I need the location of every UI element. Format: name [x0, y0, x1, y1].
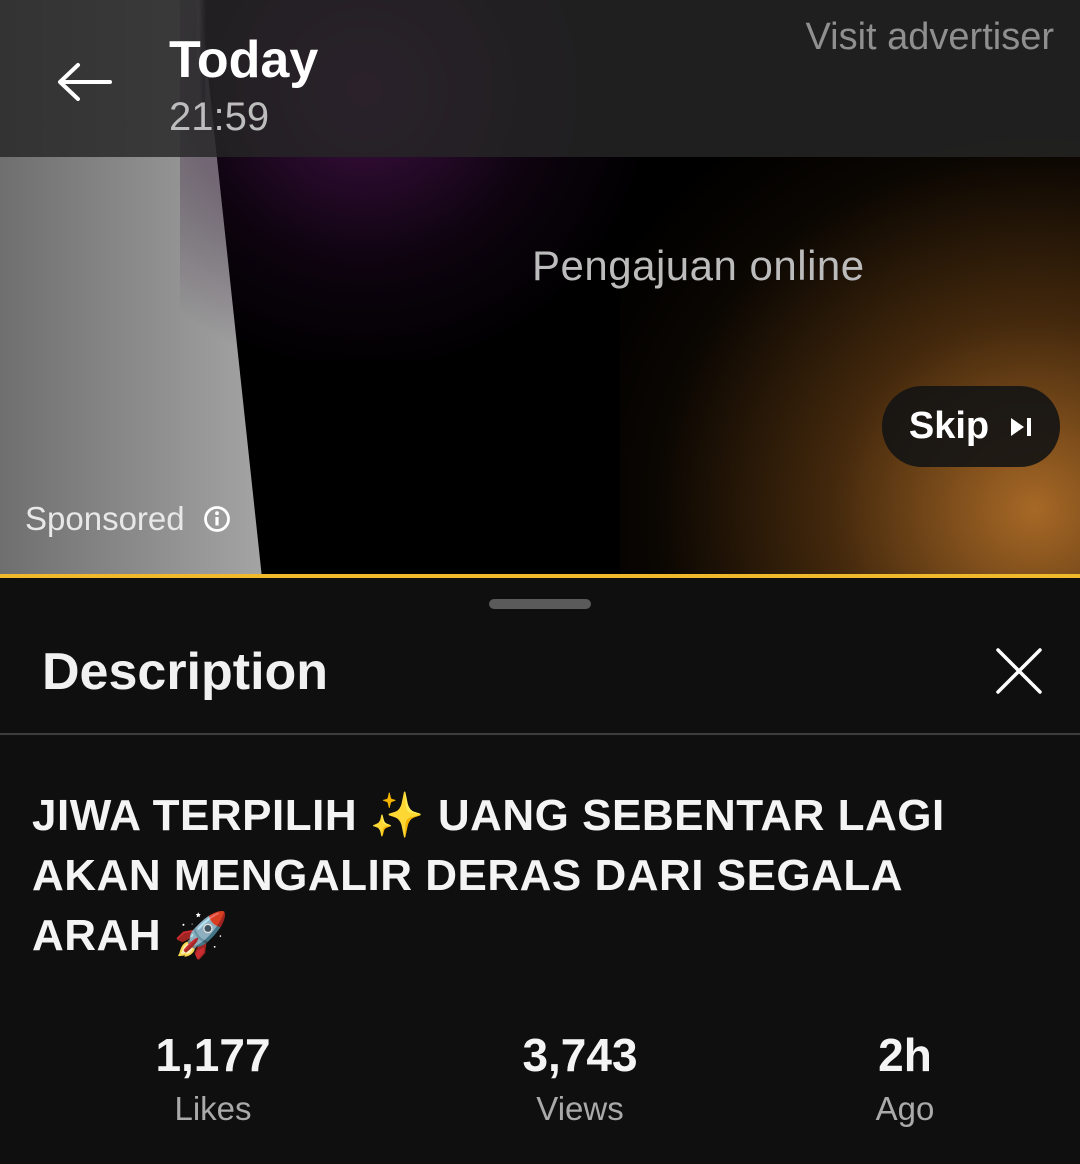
divider [0, 733, 1080, 735]
stat-label: Ago [875, 1090, 935, 1127]
skip-next-icon [1011, 417, 1032, 436]
description-sheet: Description JIWA TERPILIH ✨ UANG SEBENTA… [0, 580, 1080, 1164]
visit-advertiser-link[interactable]: Visit advertiser [805, 16, 1054, 59]
video-player[interactable]: Pengajuan online Today 21:59 Visit adver… [0, 0, 1080, 578]
sheet-title: Description [42, 643, 329, 701]
stat-value: 3,743 [522, 1029, 638, 1081]
arrow-left-icon [58, 63, 112, 101]
stats-row: 1,177 Likes 3,743 Views 2h Ago [0, 1028, 1080, 1138]
close-button[interactable] [988, 640, 1050, 702]
info-icon[interactable] [203, 505, 231, 533]
stat-value: 2h [878, 1029, 932, 1081]
video-frame-glow-orange [620, 120, 1080, 578]
top-bar: Today 21:59 Visit advertiser [0, 0, 1080, 157]
back-button[interactable] [44, 50, 124, 114]
page-subtitle-time: 21:59 [169, 95, 270, 139]
sponsored-badge: Sponsored [25, 500, 231, 538]
video-title: JIWA TERPILIH ✨ UANG SEBENTAR LAGI AKAN … [32, 791, 945, 960]
stat-likes: 1,177 Likes [113, 1028, 313, 1136]
stat-value: 1,177 [155, 1029, 271, 1081]
skip-ad-button[interactable]: Skip [882, 386, 1060, 467]
ad-progress-bar [0, 574, 1080, 578]
stat-label: Likes [174, 1090, 252, 1127]
skip-ad-label: Skip [908, 405, 990, 447]
stat-label: Views [536, 1090, 624, 1127]
sponsored-label: Sponsored [25, 500, 185, 537]
ad-overlay-text: Pengajuan online [532, 242, 865, 289]
stat-age: 2h Ago [805, 1028, 1005, 1136]
close-icon [996, 648, 1042, 694]
stat-views: 3,743 Views [480, 1028, 680, 1136]
page-title: Today [169, 31, 319, 89]
drag-handle[interactable] [489, 599, 591, 609]
